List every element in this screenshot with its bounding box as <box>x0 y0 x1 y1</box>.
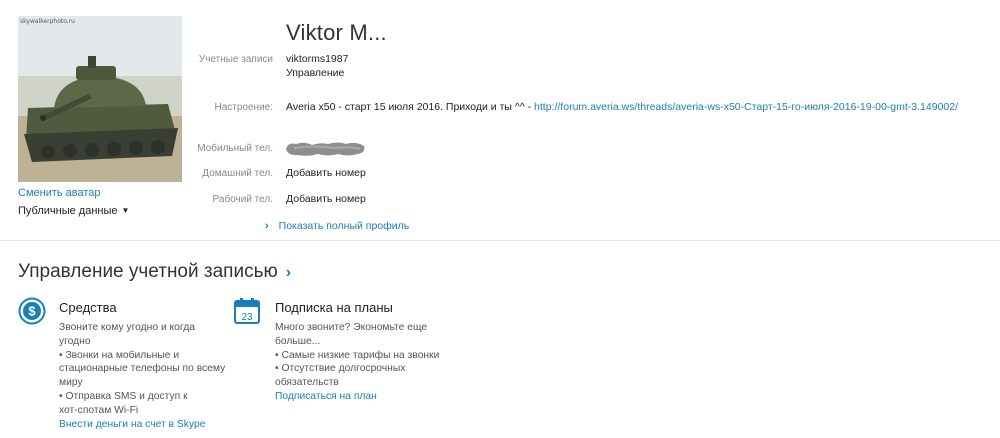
accounts-label: Учетные записи <box>198 54 273 65</box>
add-funds-link[interactable]: Внести деньги на счет в Skype <box>59 419 206 430</box>
mobile-label: Мобильный тел. <box>197 143 273 154</box>
dollar-icon: $ <box>18 297 46 325</box>
account-section-title[interactable]: Управление учетной записью › <box>18 261 291 283</box>
avatar[interactable] <box>18 16 182 182</box>
work-label: Рабочий тел. <box>212 194 273 205</box>
chevron-right-icon: › <box>265 220 269 232</box>
plans-line: • Отсутствие долгосрочных <box>275 363 406 375</box>
avatar-caption: skywalkerphoto.ru <box>20 18 75 25</box>
show-full-profile-link[interactable]: Показать полный профиль <box>279 220 410 232</box>
funds-line: стационарные телефоны по всему <box>59 363 226 375</box>
calendar-day: 23 <box>241 312 253 323</box>
calendar-icon: 23 <box>234 298 260 324</box>
home-add-link[interactable]: Добавить номер <box>286 167 366 179</box>
work-add-link[interactable]: Добавить номер <box>286 193 366 205</box>
plans-description: Много звоните? Экономьте еще больше... •… <box>275 321 439 390</box>
profile-name: Viktor M... <box>286 20 387 45</box>
funds-line: • Звонки на мобильные и <box>59 349 180 361</box>
public-data-dropdown[interactable]: Публичные данные ▼ <box>18 205 129 217</box>
subscribe-plan-link[interactable]: Подписаться на план <box>275 391 377 402</box>
plans-line: обязательств <box>275 377 339 389</box>
plans-line: Много звоните? Экономьте еще <box>275 322 428 333</box>
funds-line: • Отправка SMS и доступ к <box>59 390 188 402</box>
account-login: viktorms1987 <box>286 53 349 65</box>
funds-line: Звоните кому угодно и когда <box>59 322 195 333</box>
funds-line: угодно <box>59 335 91 347</box>
tank-photo <box>18 16 182 182</box>
plans-title: Подписка на планы <box>275 300 393 315</box>
redacted-phone <box>286 142 365 156</box>
funds-line: хот-спотам Wi-Fi <box>59 404 139 416</box>
show-full-profile[interactable]: › Показать полный профиль <box>265 220 409 232</box>
account-manage-link[interactable]: Управление <box>286 67 344 79</box>
mood-link[interactable]: http://forum.averia.ws/threads/averia-ws… <box>534 101 958 113</box>
home-label: Домашний тел. <box>202 168 273 179</box>
funds-line: миру <box>59 377 83 389</box>
plans-line: больше... <box>275 335 321 347</box>
caret-down-icon: ▼ <box>121 206 130 215</box>
svg-text:$: $ <box>28 304 36 319</box>
plans-line: • Самые низкие тарифы на звонки <box>275 349 440 361</box>
mood-label: Настроение: <box>214 102 274 113</box>
chevron-right-icon: › <box>285 264 292 281</box>
funds-description: Звоните кому угодно и когда угодно • Зво… <box>59 321 225 418</box>
public-data-label: Публичные данные <box>18 205 118 217</box>
account-section-title-text: Управление учетной записью <box>18 261 278 282</box>
mood-value: Averia x50 - старт 15 июля 2016. Приходи… <box>286 101 958 113</box>
funds-title: Средства <box>59 300 117 315</box>
divider <box>0 240 1000 241</box>
mood-text: Averia x50 - старт 15 июля 2016. Приходи… <box>286 101 535 113</box>
